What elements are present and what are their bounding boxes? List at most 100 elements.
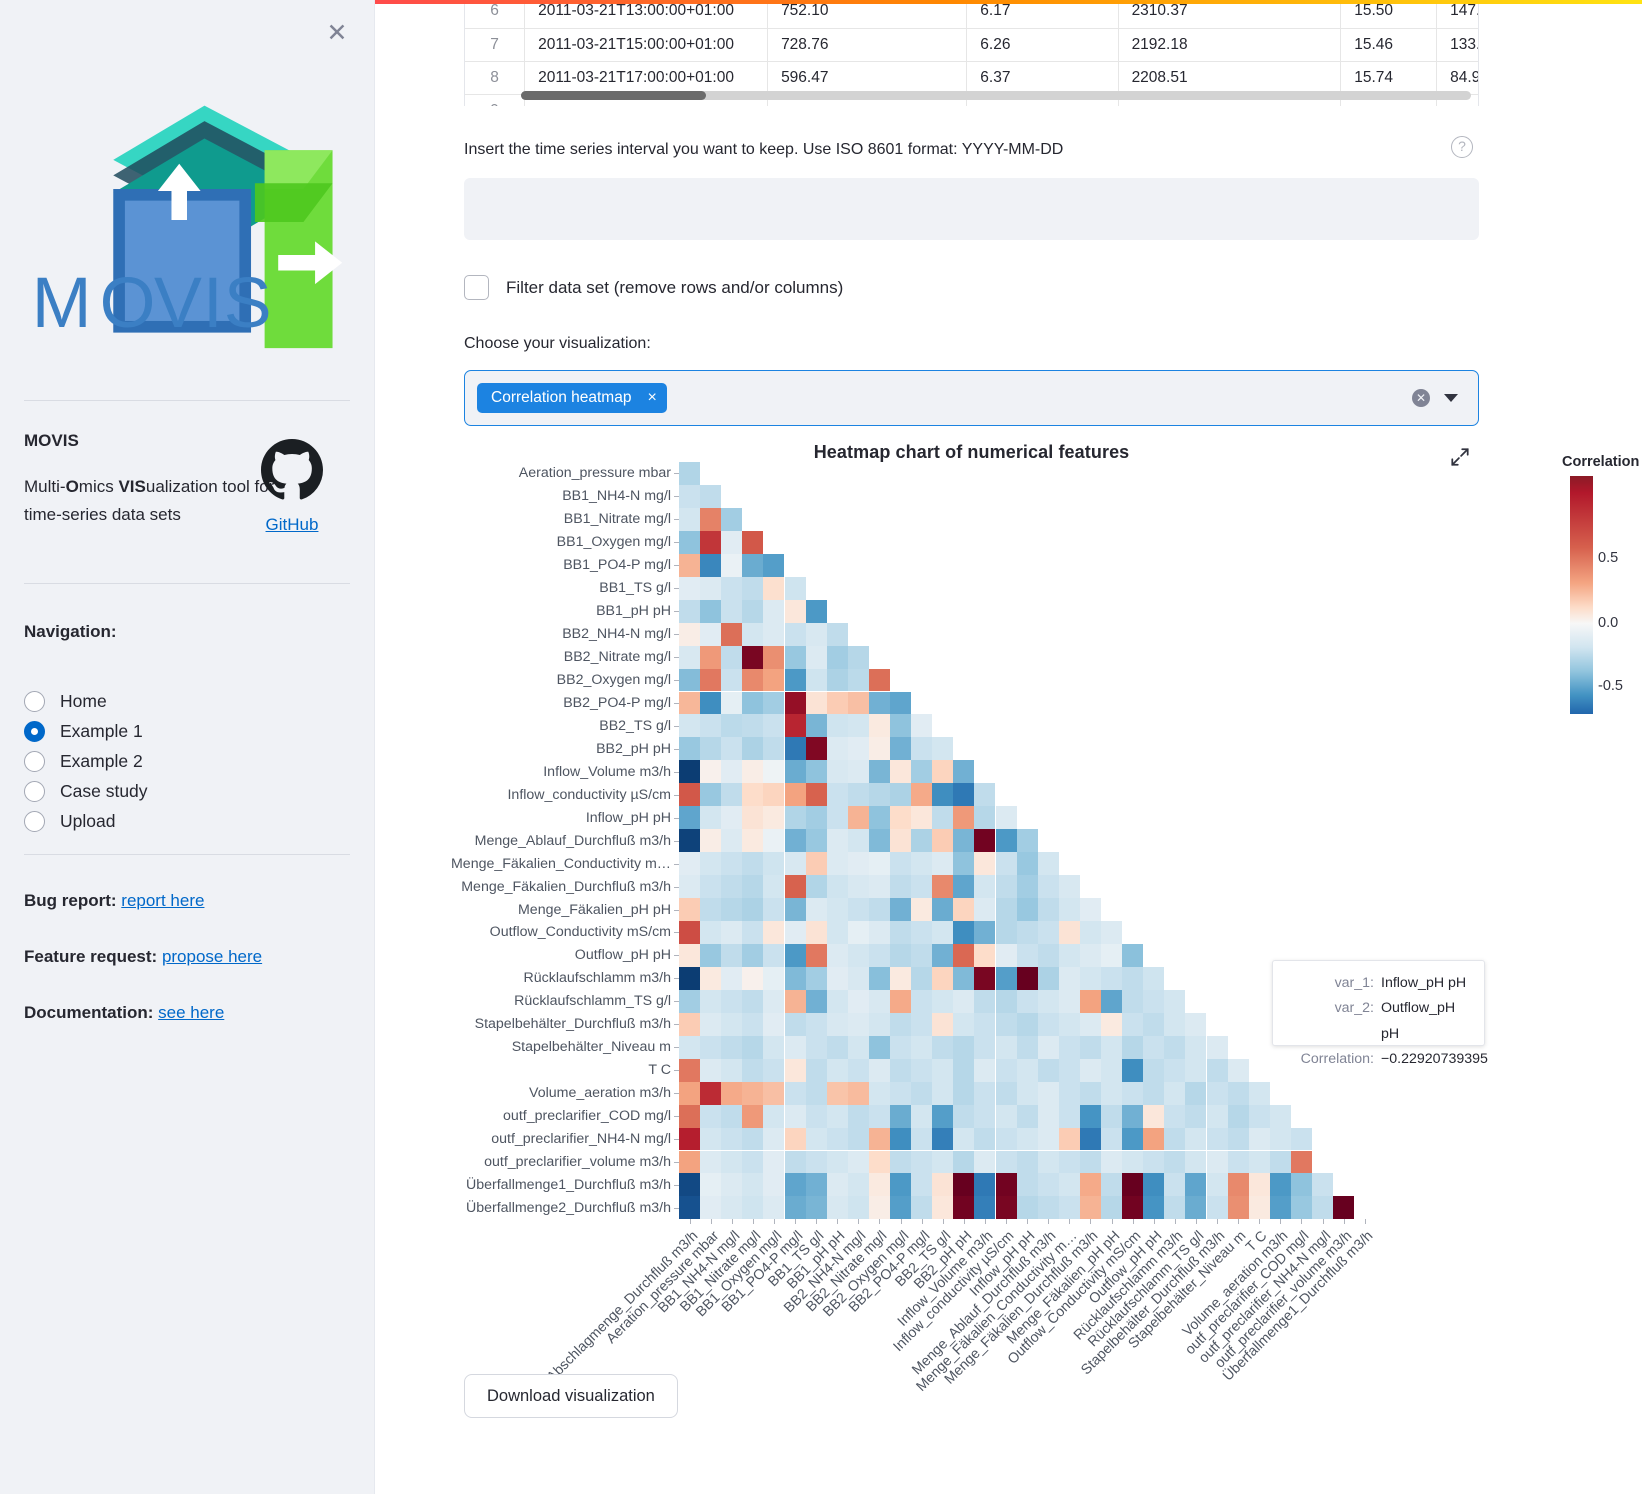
heatmap-cell[interactable] xyxy=(679,943,701,967)
heatmap-cell[interactable] xyxy=(1101,1150,1123,1174)
heatmap-cell[interactable] xyxy=(700,966,722,990)
visualization-chip[interactable]: Correlation heatmap × xyxy=(477,383,667,413)
heatmap-cell[interactable] xyxy=(932,1081,954,1105)
heatmap-cell[interactable] xyxy=(700,921,722,944)
heatmap-cell[interactable] xyxy=(679,507,701,531)
heatmap-cell[interactable] xyxy=(953,1173,975,1197)
heatmap-cell[interactable] xyxy=(932,1035,954,1059)
heatmap-cell[interactable] xyxy=(1164,1081,1186,1105)
heatmap-cell[interactable] xyxy=(721,691,743,715)
heatmap-cell[interactable] xyxy=(1016,921,1038,944)
heatmap-cell[interactable] xyxy=(805,691,827,715)
heatmap-cell[interactable] xyxy=(1016,1173,1038,1197)
heatmap-cell[interactable] xyxy=(1122,943,1144,967)
heatmap-cell[interactable] xyxy=(1248,1173,1270,1197)
heatmap-cell[interactable] xyxy=(742,1173,764,1197)
heatmap-cell[interactable] xyxy=(742,875,764,899)
heatmap-cell[interactable] xyxy=(1290,1150,1312,1174)
heatmap-cell[interactable] xyxy=(1143,1012,1165,1036)
heatmap-cell[interactable] xyxy=(1016,989,1038,1013)
heatmap-cell[interactable] xyxy=(847,783,869,807)
heatmap-cell[interactable] xyxy=(721,806,743,830)
heatmap-cell[interactable] xyxy=(700,599,722,623)
heatmap-cell[interactable] xyxy=(679,898,701,921)
heatmap-cell[interactable] xyxy=(1101,1104,1123,1128)
heatmap-cell[interactable] xyxy=(1079,1173,1101,1197)
heatmap-cell[interactable] xyxy=(1290,1196,1312,1220)
github-link[interactable]: GitHub xyxy=(266,515,319,535)
heatmap-cell[interactable] xyxy=(763,668,785,692)
heatmap-cell[interactable] xyxy=(826,714,848,738)
heatmap-cell[interactable] xyxy=(868,1150,890,1174)
heatmap-cell[interactable] xyxy=(700,783,722,807)
heatmap-cell[interactable] xyxy=(911,1012,933,1036)
heatmap-cell[interactable] xyxy=(679,530,701,554)
heatmap-cell[interactable] xyxy=(953,1035,975,1059)
heatmap-cell[interactable] xyxy=(763,806,785,830)
heatmap-cell[interactable] xyxy=(1058,1173,1080,1197)
heatmap-cell[interactable] xyxy=(1185,1035,1207,1059)
heatmap-cell[interactable] xyxy=(763,943,785,967)
heatmap-cell[interactable] xyxy=(721,737,743,761)
heatmap-cell[interactable] xyxy=(805,1127,827,1151)
heatmap-cell[interactable] xyxy=(721,1081,743,1105)
heatmap-cell[interactable] xyxy=(679,875,701,899)
dataframe-horizontal-scrollbar[interactable] xyxy=(521,91,1471,100)
heatmap-cell[interactable] xyxy=(679,1127,701,1151)
heatmap-cell[interactable] xyxy=(700,760,722,784)
heatmap-cell[interactable] xyxy=(847,852,869,876)
heatmap-cell[interactable] xyxy=(868,898,890,921)
heatmap-cell[interactable] xyxy=(721,1150,743,1174)
heatmap-cell[interactable] xyxy=(742,668,764,692)
download-visualization-button[interactable]: Download visualization xyxy=(464,1374,678,1418)
heatmap-cell[interactable] xyxy=(1122,1127,1144,1151)
heatmap-cell[interactable] xyxy=(1079,1104,1101,1128)
heatmap-cell[interactable] xyxy=(763,898,785,921)
heatmap-cell[interactable] xyxy=(1079,966,1101,990)
heatmap-cell[interactable] xyxy=(868,806,890,830)
heatmap-cell[interactable] xyxy=(805,783,827,807)
heatmap-cell[interactable] xyxy=(890,1081,912,1105)
heatmap-cell[interactable] xyxy=(890,852,912,876)
heatmap-cell[interactable] xyxy=(784,714,806,738)
heatmap-cell[interactable] xyxy=(847,921,869,944)
heatmap-cell[interactable] xyxy=(805,1196,827,1220)
heatmap-cell[interactable] xyxy=(679,1196,701,1220)
heatmap-cell[interactable] xyxy=(1206,1035,1228,1059)
heatmap-cell[interactable] xyxy=(953,829,975,853)
heatmap-cell[interactable] xyxy=(974,1127,996,1151)
heatmap-cell[interactable] xyxy=(679,484,701,508)
heatmap-cell[interactable] xyxy=(679,806,701,830)
heatmap-cell[interactable] xyxy=(679,553,701,577)
heatmap-cell[interactable] xyxy=(721,507,743,531)
heatmap-cell[interactable] xyxy=(995,1012,1017,1036)
heatmap-cell[interactable] xyxy=(890,1104,912,1128)
heatmap-cell[interactable] xyxy=(826,898,848,921)
heatmap-cell[interactable] xyxy=(763,1058,785,1082)
heatmap-plot-area[interactable]: Aeration_pressure mbar BB1_NH4-N mg/l BB1_… xyxy=(451,462,1376,1395)
heatmap-cell[interactable] xyxy=(953,921,975,944)
heatmap-cell[interactable] xyxy=(953,806,975,830)
heatmap-cell[interactable] xyxy=(932,966,954,990)
heatmap-cell[interactable] xyxy=(679,462,701,485)
heatmap-cell[interactable] xyxy=(1143,1173,1165,1197)
heatmap-cell[interactable] xyxy=(763,989,785,1013)
heatmap-cell[interactable] xyxy=(1058,943,1080,967)
heatmap-cell[interactable] xyxy=(995,829,1017,853)
heatmap-cell[interactable] xyxy=(1101,1196,1123,1220)
heatmap-cell[interactable] xyxy=(826,852,848,876)
heatmap-cell[interactable] xyxy=(974,966,996,990)
heatmap-cell[interactable] xyxy=(1269,1104,1291,1128)
heatmap-cell[interactable] xyxy=(742,783,764,807)
heatmap-cell[interactable] xyxy=(1248,1150,1270,1174)
heatmap-cell[interactable] xyxy=(1164,1012,1186,1036)
heatmap-cell[interactable] xyxy=(890,1127,912,1151)
heatmap-cell[interactable] xyxy=(784,691,806,715)
heatmap-cell[interactable] xyxy=(1016,1196,1038,1220)
heatmap-cell[interactable] xyxy=(805,1012,827,1036)
heatmap-cell[interactable] xyxy=(742,714,764,738)
heatmap-cell[interactable] xyxy=(1079,1127,1101,1151)
heatmap-cell[interactable] xyxy=(679,737,701,761)
heatmap-cell[interactable] xyxy=(932,760,954,784)
heatmap-cell[interactable] xyxy=(700,1058,722,1082)
